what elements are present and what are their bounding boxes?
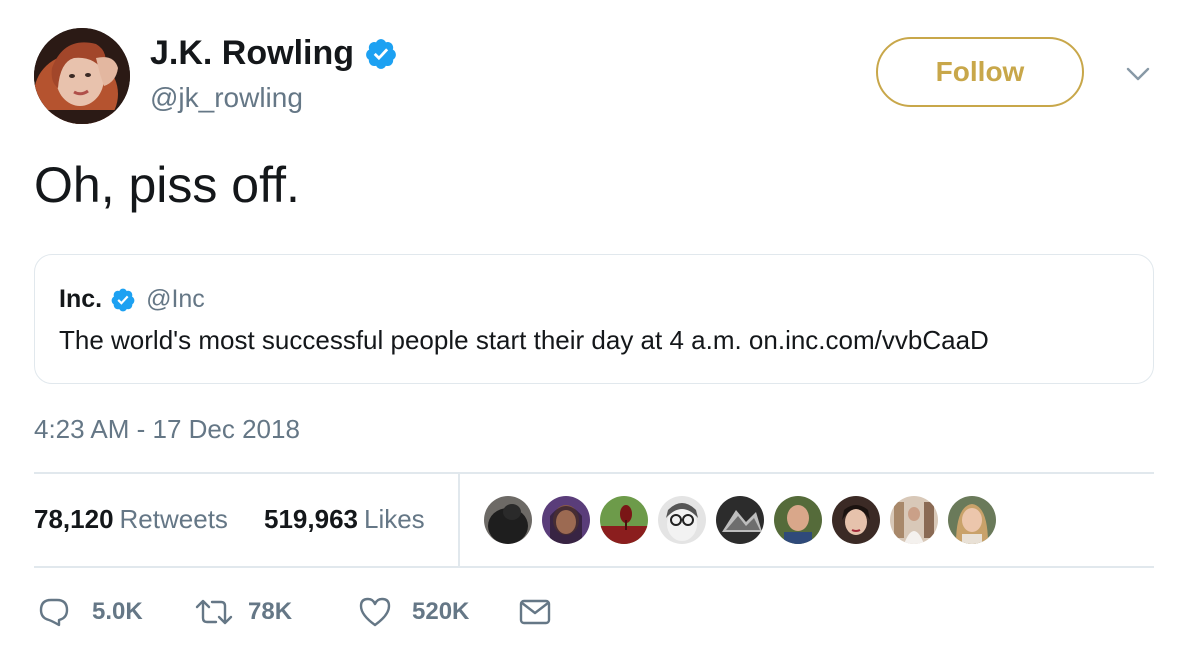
retweet-icon <box>195 599 233 625</box>
like-count: 520K <box>412 598 470 625</box>
verified-badge-icon <box>366 38 396 69</box>
like-button[interactable]: 520K <box>358 588 469 636</box>
reply-icon <box>39 598 69 627</box>
reply-button[interactable]: 5.0K <box>38 588 143 636</box>
tweet-stats: 78,120 Retweets 519,963 Likes <box>34 474 1154 566</box>
liker-avatar[interactable] <box>832 496 880 544</box>
heart-icon <box>359 597 391 627</box>
retweets-count: 78,120 <box>34 504 114 534</box>
quoted-tweet-header: Inc. @Inc <box>59 285 205 314</box>
liker-avatar[interactable] <box>774 496 822 544</box>
retweet-button[interactable]: 78K <box>194 588 292 636</box>
liker-avatar[interactable] <box>658 496 706 544</box>
chevron-down-icon[interactable] <box>1126 66 1150 82</box>
likes-label: Likes <box>363 504 425 534</box>
likes-count: 519,963 <box>264 504 358 534</box>
quoted-author-handle: @Inc <box>146 285 205 313</box>
author-name-text: J.K. Rowling <box>150 34 354 72</box>
quoted-tweet-card[interactable]: Inc. @Inc The world's most successful pe… <box>34 254 1154 384</box>
retweets-stat[interactable]: 78,120 Retweets <box>34 504 228 535</box>
tweet: J.K. Rowling @jk_rowling Follow Oh, piss… <box>34 0 1154 670</box>
divider <box>34 566 1154 568</box>
verified-badge-icon <box>111 288 135 311</box>
quoted-author-name: Inc. <box>59 285 103 313</box>
envelope-icon <box>519 599 551 625</box>
reply-count: 5.0K <box>92 598 143 625</box>
tweet-text: Oh, piss off. <box>34 157 300 213</box>
liker-avatar[interactable] <box>890 496 938 544</box>
quoted-tweet-text: The world's most successful people start… <box>59 325 989 355</box>
liker-avatar[interactable] <box>542 496 590 544</box>
follow-button[interactable]: Follow <box>876 37 1084 107</box>
tweet-actions: 5.0K 78K 520K <box>34 588 1154 636</box>
tweet-timestamp[interactable]: 4:23 AM - 17 Dec 2018 <box>34 414 300 445</box>
direct-message-button[interactable] <box>518 588 552 636</box>
retweets-label: Retweets <box>119 504 228 534</box>
author-avatar[interactable] <box>34 28 130 124</box>
likes-stat[interactable]: 519,963 Likes <box>264 504 425 535</box>
liker-avatar[interactable] <box>600 496 648 544</box>
liker-avatar[interactable] <box>484 496 532 544</box>
author-name[interactable]: J.K. Rowling <box>150 34 398 73</box>
author-handle[interactable]: @jk_rowling <box>150 82 303 114</box>
liker-avatar[interactable] <box>948 496 996 544</box>
retweet-count: 78K <box>248 598 293 625</box>
stats-separator <box>458 474 460 566</box>
liker-avatar[interactable] <box>716 496 764 544</box>
